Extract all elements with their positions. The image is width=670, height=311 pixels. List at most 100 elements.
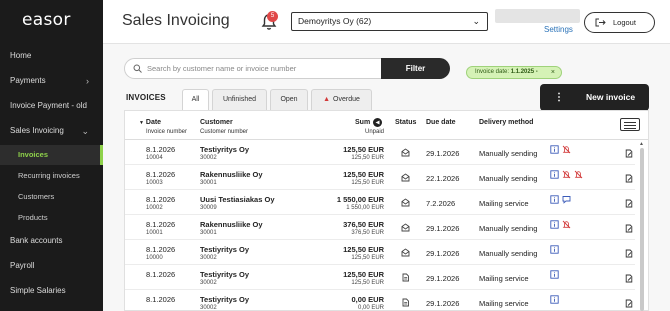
new-invoice-button[interactable]: ⋮ New invoice: [540, 84, 649, 111]
column-header-status[interactable]: Status: [395, 119, 416, 126]
comment-icon[interactable]: [562, 195, 571, 204]
sidebar-item-label: Simple Salaries: [10, 286, 66, 295]
delivery-method: Manually sending: [479, 249, 538, 258]
logout-button[interactable]: Logout: [584, 12, 655, 33]
info-icon[interactable]: [550, 170, 559, 179]
column-header-delivery-method[interactable]: Delivery method: [479, 119, 533, 126]
more-options-icon[interactable]: ⋮: [554, 84, 564, 111]
open-invoice-icon[interactable]: [625, 199, 633, 208]
sidebar-item-simple-salaries[interactable]: Simple Salaries: [0, 279, 103, 303]
table-row[interactable]: 8.1.2026 10004 Testiyritys Oy 30002 125,50 E…: [125, 140, 635, 165]
filter-button[interactable]: Filter: [381, 58, 450, 79]
open-invoice-icon[interactable]: [625, 249, 633, 258]
table-row[interactable]: 8.1.2026 Testiyritys Oy 30002 0,00 EUR 0,00 …: [125, 290, 635, 311]
sidebar-subitem-recurring-invoices[interactable]: Recurring invoices: [0, 166, 103, 186]
invoice-unpaid: 125,50 EUR: [351, 280, 384, 286]
column-header-customer[interactable]: Customer: [200, 119, 233, 126]
invoice-sum: 125,50 EUR: [343, 170, 384, 179]
customer-number: 30002: [200, 305, 217, 311]
search-input[interactable]: Search by customer name or invoice numbe…: [124, 58, 382, 79]
due-date: 29.1.2026: [426, 149, 460, 158]
info-icon[interactable]: [550, 195, 559, 204]
envelope-icon: [401, 248, 410, 257]
app: easor Home Payments › Invoice Payment - o…: [0, 0, 670, 311]
close-icon[interactable]: ×: [551, 67, 555, 78]
due-date: 29.1.2026: [426, 274, 460, 283]
due-date: 7.2.2026: [426, 199, 456, 208]
column-header-date[interactable]: ▼ Date: [139, 119, 161, 126]
chip-value: 1.1.2025 -: [510, 69, 538, 75]
open-invoice-icon[interactable]: [625, 224, 633, 233]
table-row[interactable]: 8.1.2026 10002 Uusi Testiasiakas Oy 30009 1 …: [125, 190, 635, 215]
open-invoice-icon[interactable]: [625, 299, 633, 308]
info-icon[interactable]: [550, 145, 559, 154]
scroll-up-icon[interactable]: ▲: [639, 141, 644, 147]
logout-icon: [595, 18, 606, 27]
column-settings-icon[interactable]: [620, 118, 640, 131]
customer-name: Testiyritys Oy: [200, 145, 250, 154]
info-icon[interactable]: [550, 270, 559, 279]
table-row[interactable]: 8.1.2026 10000 Testiyritys Oy 30002 125,50 E…: [125, 240, 635, 265]
invoice-number: 10004: [146, 155, 163, 161]
document-icon: [402, 298, 409, 307]
bell-off-icon[interactable]: [562, 145, 571, 154]
invoice-date: 8.1.2026: [146, 245, 176, 254]
customer-number: 30001: [200, 180, 217, 186]
table-row[interactable]: 8.1.2026 10001 Rakennusliike Oy 30001 376,50…: [125, 215, 635, 240]
column-header-due-date[interactable]: Due date: [426, 119, 456, 126]
column-header-sum[interactable]: Sum: [355, 119, 370, 126]
sidebar-item-payments[interactable]: Payments ›: [0, 69, 103, 93]
invoice-unpaid: 125,50 EUR: [351, 255, 384, 261]
sidebar-subitem-customers[interactable]: Customers: [0, 187, 103, 207]
open-invoice-icon[interactable]: [625, 149, 633, 158]
sidebar-subitem-label: Invoices: [18, 150, 49, 159]
table-row[interactable]: 8.1.2026 10003 Rakennusliike Oy 30001 125,50…: [125, 165, 635, 190]
table-row[interactable]: 8.1.2026 Testiyritys Oy 30002 125,50 EUR 125…: [125, 265, 635, 290]
customer-number: 30002: [200, 255, 217, 261]
customer-name: Testiyritys Oy: [200, 245, 250, 254]
tab-overdue[interactable]: ▲ Overdue: [311, 89, 372, 110]
sidebar-item-payroll[interactable]: Payroll: [0, 254, 103, 278]
info-icon[interactable]: [550, 295, 559, 304]
notification-badge: 5: [267, 11, 278, 22]
sidebar-item-label: Payments: [10, 76, 46, 85]
logo[interactable]: easor: [22, 10, 71, 30]
info-icon[interactable]: [550, 220, 559, 229]
bell-off-icon[interactable]: [562, 170, 571, 179]
sidebar-subitem-invoices[interactable]: Invoices: [0, 145, 103, 165]
company-select[interactable]: Demoyritys Oy (62) ⌄: [291, 12, 488, 31]
company-select-value: Demoyritys Oy (62): [298, 16, 372, 26]
sidebar-item-sales-invoicing[interactable]: Sales Invoicing ⌄: [0, 119, 103, 143]
open-invoice-icon[interactable]: [625, 174, 633, 183]
invoice-sum: 376,50 EUR: [343, 220, 384, 229]
sidebar-subitem-products[interactable]: Products: [0, 208, 103, 228]
invoice-sum: 125,50 EUR: [343, 270, 384, 279]
header: Sales Invoicing 5 Demoyritys Oy (62) ⌄ Se…: [103, 0, 670, 44]
chevron-down-icon: ⌄: [81, 126, 89, 136]
sidebar-item-bank-accounts[interactable]: Bank accounts: [0, 229, 103, 253]
currency-toggle-icon[interactable]: [373, 118, 382, 127]
chip-label: Invoice date:: [475, 69, 510, 75]
scrollbar[interactable]: [640, 148, 644, 311]
info-icon[interactable]: [550, 245, 559, 254]
sidebar-item-invoice-payment-old[interactable]: Invoice Payment - old: [0, 94, 103, 118]
customer-name: Rakennusliike Oy: [200, 170, 263, 179]
settings-link[interactable]: Settings: [544, 25, 573, 34]
sidebar-item-home[interactable]: Home: [0, 44, 103, 68]
tab-unfinished[interactable]: Unfinished: [212, 89, 267, 110]
sidebar: easor Home Payments › Invoice Payment - o…: [0, 0, 103, 311]
tab-all[interactable]: All: [182, 89, 209, 111]
invoice-sum: 125,50 EUR: [343, 145, 384, 154]
open-invoice-icon[interactable]: [625, 274, 633, 283]
tab-open[interactable]: Open: [270, 89, 308, 110]
envelope-icon: [401, 173, 410, 182]
bell-off-icon[interactable]: [562, 220, 571, 229]
invoice-date: 8.1.2026: [146, 220, 176, 229]
bell-off-icon[interactable]: [574, 170, 583, 179]
logout-label: Logout: [613, 18, 636, 27]
envelope-icon: [401, 223, 410, 232]
delivery-method: Manually sending: [479, 224, 538, 233]
customer-number: 30002: [200, 280, 217, 286]
filter-chip-invoice-date[interactable]: Invoice date: 1.1.2025 - ×: [466, 66, 562, 79]
sidebar-item-label: Home: [10, 51, 32, 60]
